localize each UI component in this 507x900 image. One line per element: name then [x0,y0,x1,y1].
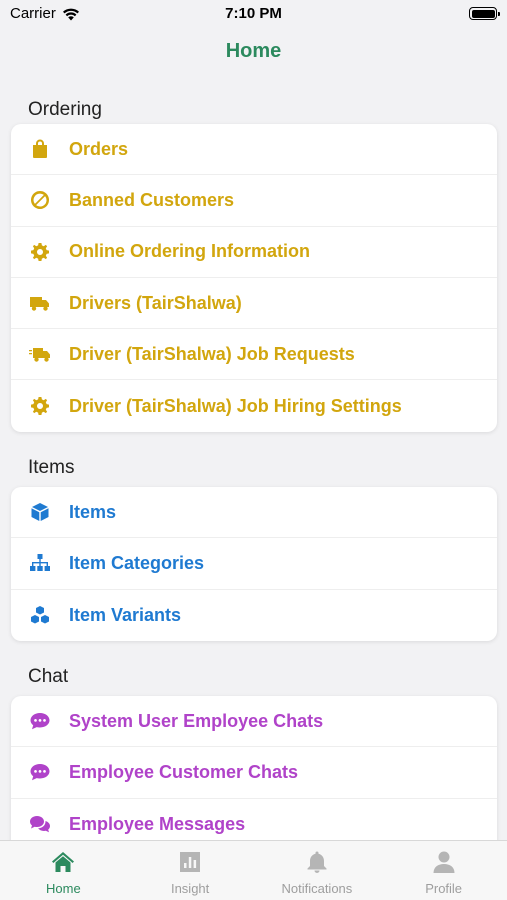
ban-icon [29,189,51,211]
tab-label: Home [46,881,81,896]
section-title-items: Items [28,457,75,478]
menu-item-label: Item Categories [69,552,205,573]
items-card: Items Item Categories Item Variants [11,487,497,641]
section-title-ordering: Ordering [28,99,102,120]
clock: 7:10 PM [225,5,282,22]
comment-dots-icon [29,710,51,732]
user-icon [433,851,455,873]
tab-label: Insight [170,881,210,896]
chart-icon [180,852,201,872]
comments-icon [29,813,51,835]
tab-home[interactable]: Home [0,841,127,900]
menu-item-label: Banned Customers [69,189,235,210]
ordering-card: Orders Banned Customers Online Ordering … [11,124,497,432]
menu-item-label: Item Variants [69,604,182,625]
gear-icon [29,395,51,417]
battery-icon [469,7,500,20]
tab-notifications[interactable]: Notifications [254,841,381,900]
shopping-bag-icon [29,138,51,160]
cube-icon [29,501,51,523]
gear-icon [29,241,51,263]
home-icon [52,852,75,872]
menu-item-label: Employee Messages [69,813,246,834]
menu-item-label: Drivers (TairShalwa) [69,292,242,313]
menu-item-system-user-employee-chats[interactable]: System User Employee Chats [11,696,497,748]
menu-item-label: Orders [69,138,129,159]
truck-icon [29,292,51,314]
fast-truck-icon [29,343,51,365]
status-bar: Carrier 7:10 PM [0,0,507,30]
chat-card: System User Employee Chats Employee Cust… [11,696,497,850]
section-title-chat: Chat [28,666,69,687]
menu-item-item-categories[interactable]: Item Categories [11,538,497,590]
menu-item-driver-job-requests[interactable]: Driver (TairShalwa) Job Requests [11,329,497,381]
page-title: Home [225,40,282,62]
tab-insight[interactable]: Insight [127,841,254,900]
menu-item-label: Driver (TairShalwa) Job Requests [69,343,355,364]
bell-icon [307,851,327,873]
menu-item-drivers[interactable]: Drivers (TairShalwa) [11,278,497,330]
menu-item-label: Employee Customer Chats [69,761,299,782]
cubes-icon [29,604,51,626]
menu-item-label: Driver (TairShalwa) Job Hiring Settings [69,395,402,416]
tab-label: Notifications [281,881,353,896]
tab-profile[interactable]: Profile [380,841,507,900]
menu-item-online-ordering-information[interactable]: Online Ordering Information [11,227,497,278]
tab-bar: Home Insight Notifications Profile [0,840,507,900]
menu-item-label: Online Ordering Information [69,241,311,262]
menu-item-label: Items [69,501,117,522]
menu-item-employee-customer-chats[interactable]: Employee Customer Chats [11,747,497,799]
tab-label: Profile [425,881,463,896]
menu-item-orders[interactable]: Orders [11,124,497,176]
menu-item-driver-job-hiring-settings[interactable]: Driver (TairShalwa) Job Hiring Settings [11,380,497,431]
comment-dots-icon [29,761,51,783]
menu-item-banned-customers[interactable]: Banned Customers [11,175,497,227]
menu-item-label: System User Employee Chats [69,710,324,731]
menu-item-item-variants[interactable]: Item Variants [11,590,497,641]
sitemap-icon [29,552,51,574]
menu-item-items[interactable]: Items [11,487,497,539]
